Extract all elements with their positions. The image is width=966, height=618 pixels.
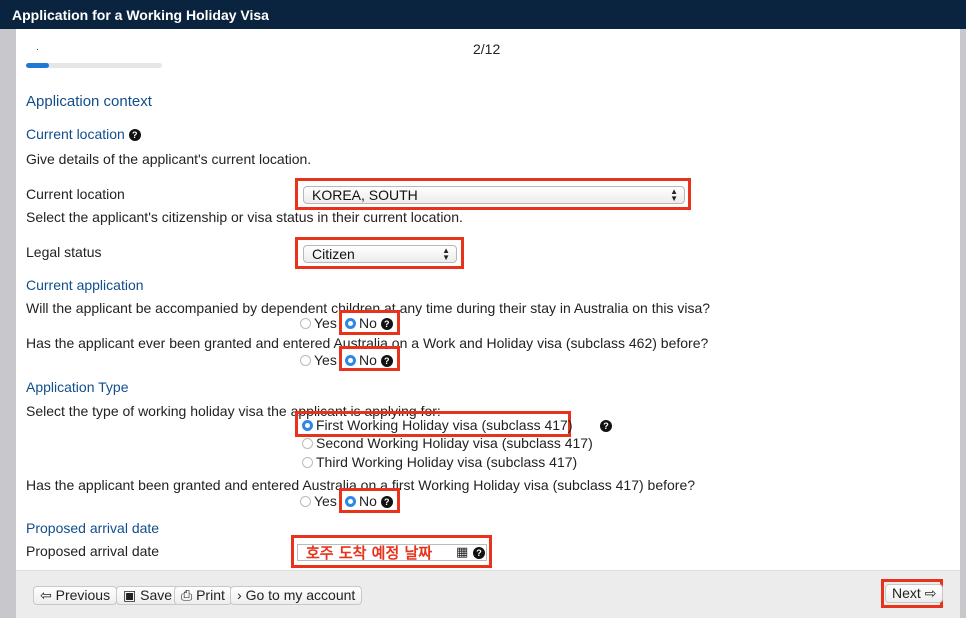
save-icon: ▣ [123, 587, 137, 603]
radio-icon[interactable] [300, 355, 311, 366]
prior-whv-no-option[interactable]: No ? [345, 493, 393, 509]
application-type-heading: Application Type [26, 379, 129, 395]
progress-fill [26, 63, 49, 68]
visa-type-help[interactable]: ? [600, 417, 612, 433]
radio-selected-icon[interactable] [345, 318, 356, 329]
help-icon[interactable]: ? [128, 129, 141, 141]
chevron-right-icon: › [237, 587, 242, 603]
radio-selected-icon[interactable] [302, 420, 313, 431]
arrival-date-label: Proposed arrival date [26, 543, 160, 559]
calendar-icon[interactable]: ▦ [456, 544, 468, 560]
current-location-desc: Give details of the applicant's current … [26, 151, 312, 167]
legal-status-select[interactable]: Citizen ▲ ▼ [303, 245, 457, 263]
citizenship-desc: Select the applicant's citizenship or vi… [26, 209, 463, 225]
current-location-select[interactable]: KOREA, SOUTH ▲ ▼ [303, 186, 685, 204]
first-whv-label: First Working Holiday visa (subclass 417… [316, 417, 573, 433]
help-icon[interactable]: ? [380, 318, 393, 330]
radio-selected-icon[interactable] [345, 355, 356, 366]
yes-label: Yes [314, 315, 337, 331]
account-button[interactable]: › Go to my account [230, 586, 363, 605]
arrow-right-icon: ⇨ [924, 585, 937, 601]
arrow-left-icon: ⇦ [40, 587, 52, 603]
legal-status-value: Citizen [312, 246, 355, 262]
arrival-heading: Proposed arrival date [26, 520, 160, 536]
yes-label: Yes [314, 352, 337, 368]
app-title: Application for a Working Holiday Visa [12, 7, 269, 23]
print-label: Print [196, 587, 225, 603]
current-location-heading-text: Current location [26, 126, 125, 142]
first-whv-option[interactable]: First Working Holiday visa (subclass 417… [302, 417, 573, 433]
dependents-no-option[interactable]: No ? [345, 315, 393, 331]
radio-icon[interactable] [302, 457, 313, 468]
third-whv-option[interactable]: Third Working Holiday visa (subclass 417… [302, 454, 577, 470]
progress-bar [26, 63, 162, 68]
current-location-value: KOREA, SOUTH [312, 187, 418, 203]
select-arrows-icon: ▲ ▼ [670, 187, 678, 203]
account-label: Go to my account [245, 587, 356, 603]
current-location-heading: Current location ? [26, 126, 141, 142]
yes-label: Yes [314, 493, 337, 509]
arrival-help[interactable]: ? [473, 544, 485, 560]
whv462-yes-option[interactable]: Yes [300, 352, 337, 368]
form-panel: . 2/12 Application context Current locat… [16, 29, 960, 618]
radio-icon[interactable] [300, 496, 311, 507]
step-indicator: 2/12 [473, 41, 501, 57]
prior-whv-yes-option[interactable]: Yes [300, 493, 337, 509]
footer-toolbar: ⇦ Previous ▣ Save ⎙ Print › Go to my acc… [16, 570, 960, 618]
no-label: No [359, 493, 377, 509]
window-header: Application for a Working Holiday Visa [0, 0, 966, 29]
second-whv-option[interactable]: Second Working Holiday visa (subclass 41… [302, 435, 593, 451]
progress-dot: . [36, 42, 39, 53]
help-icon[interactable]: ? [380, 355, 393, 367]
help-icon[interactable]: ? [600, 420, 612, 432]
save-label: Save [140, 587, 173, 603]
print-button[interactable]: ⎙ Print [174, 586, 232, 605]
no-label: No [359, 315, 377, 331]
third-whv-label: Third Working Holiday visa (subclass 417… [316, 454, 578, 470]
section-title: Application context [26, 93, 152, 110]
save-button[interactable]: ▣ Save [116, 586, 180, 605]
whv462-no-option[interactable]: No ? [345, 352, 393, 368]
print-icon: ⎙ [181, 587, 193, 603]
previous-button[interactable]: ⇦ Previous [33, 586, 118, 605]
help-icon[interactable]: ? [380, 496, 393, 508]
arrival-date-annotation: 호주 도착 예정 날짜 [306, 544, 433, 562]
second-whv-label: Second Working Holiday visa (subclass 41… [316, 435, 593, 451]
select-arrows-icon: ▲ ▼ [442, 246, 450, 262]
next-button[interactable]: Next ⇨ [885, 584, 944, 603]
current-application-heading: Current application [26, 277, 144, 293]
help-icon[interactable]: ? [473, 547, 485, 559]
radio-icon[interactable] [302, 438, 313, 449]
dependents-yes-option[interactable]: Yes [300, 315, 337, 331]
radio-selected-icon[interactable] [345, 496, 356, 507]
current-location-label: Current location [26, 186, 125, 202]
previous-label: Previous [55, 587, 111, 603]
no-label: No [359, 352, 377, 368]
legal-status-label: Legal status [26, 244, 102, 260]
radio-icon[interactable] [300, 318, 311, 329]
next-label: Next [892, 585, 921, 601]
